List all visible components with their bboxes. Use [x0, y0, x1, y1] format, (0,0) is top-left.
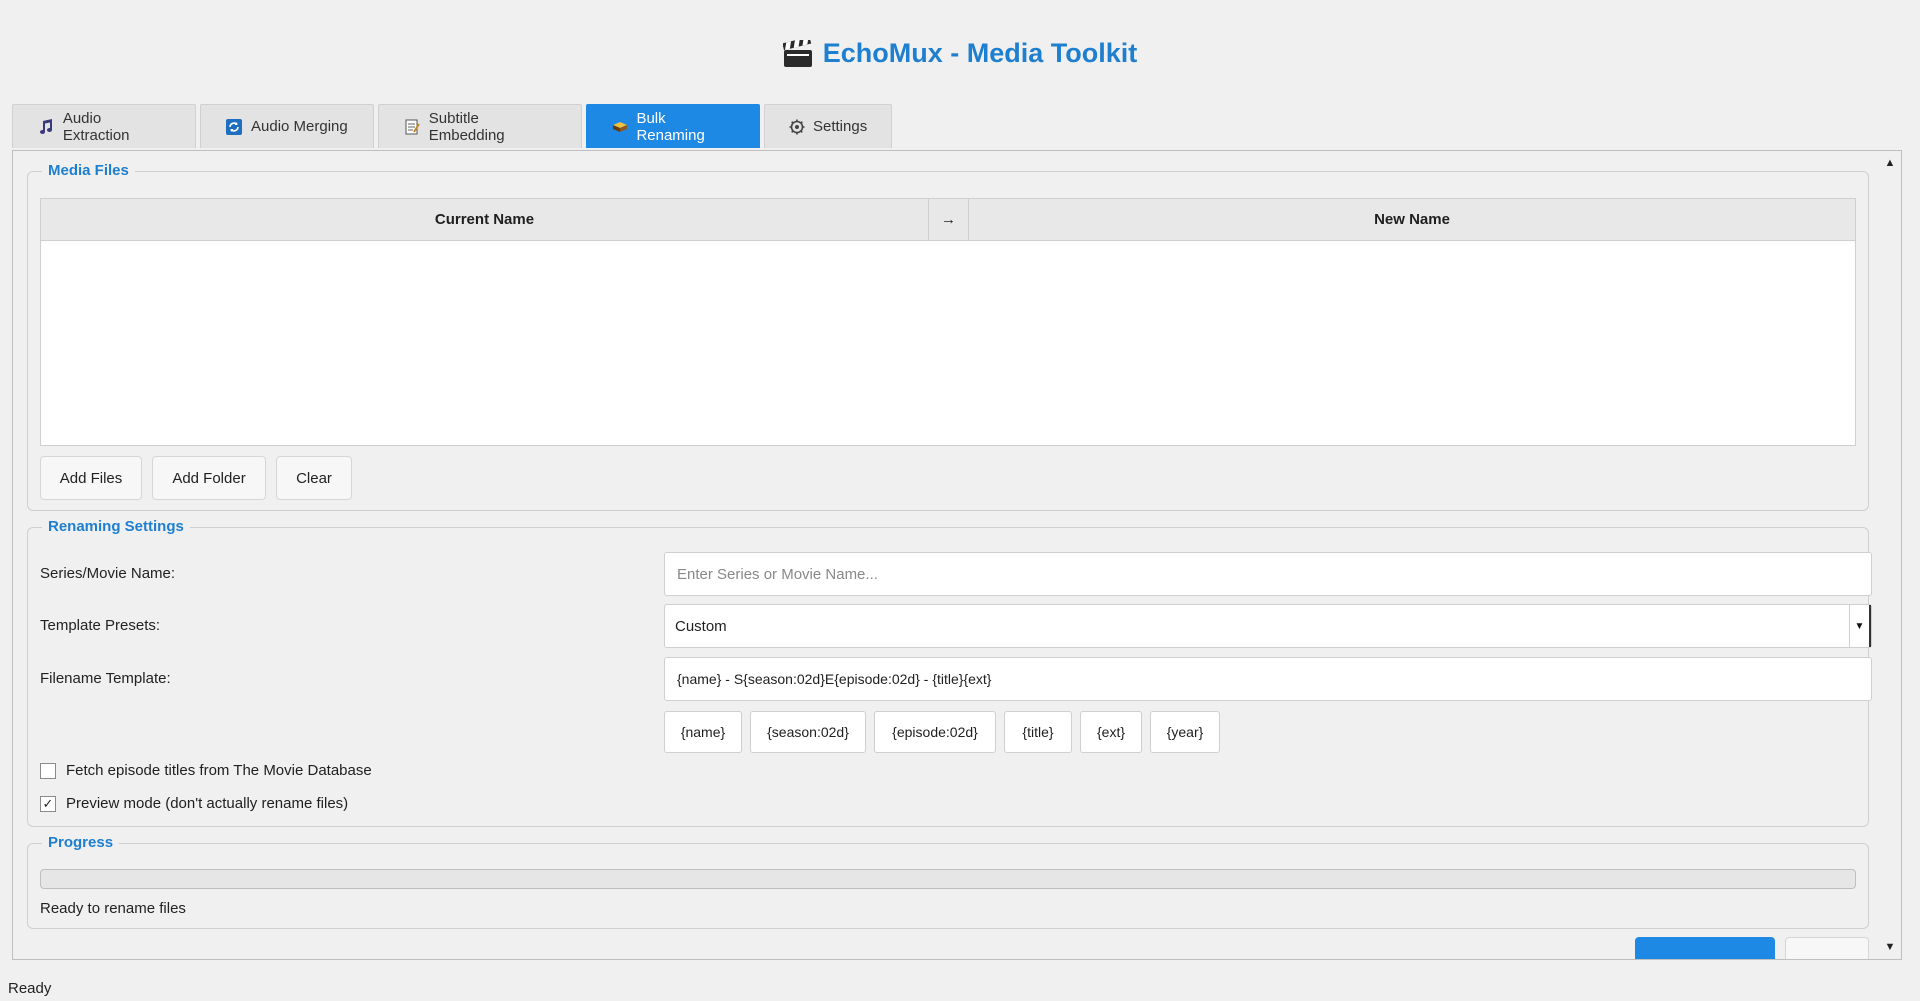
token-name-button[interactable]: {name} [664, 711, 742, 753]
token-season-button[interactable]: {season:02d} [750, 711, 866, 753]
template-presets-select[interactable]: Custom ▼ [664, 604, 1872, 648]
tab-label: Audio Merging [251, 118, 348, 135]
renaming-settings-legend: Renaming Settings [42, 518, 190, 535]
filename-template-label: Filename Template: [40, 670, 171, 687]
renaming-settings-group: Renaming Settings Series/Movie Name: Ent… [27, 518, 1872, 827]
fetch-titles-label: Fetch episode titles from The Movie Data… [66, 762, 372, 779]
series-name-placeholder: Enter Series or Movie Name... [677, 565, 878, 583]
files-table[interactable]: Current Name → New Name [40, 198, 1856, 446]
series-name-label: Series/Movie Name: [40, 565, 176, 582]
token-year-button[interactable]: {year} [1150, 711, 1220, 753]
book-icon [611, 118, 628, 136]
sync-arrows-icon [225, 118, 243, 136]
tab-bulk-renaming[interactable]: Bulk Renaming [586, 104, 760, 148]
tab-label: Bulk Renaming [636, 109, 705, 144]
chevron-down-icon[interactable]: ▼ [1849, 605, 1871, 647]
column-header-current-name[interactable]: Current Name [41, 199, 929, 240]
tab-audio-extraction[interactable]: Audio Extraction [12, 104, 196, 148]
memo-icon [403, 118, 421, 136]
tab-label: Audio Extraction [62, 109, 130, 144]
tab-audio-merging[interactable]: Audio Merging [200, 104, 374, 148]
fetch-titles-checkbox[interactable] [40, 762, 56, 779]
table-header: Current Name → New Name [41, 199, 1855, 241]
preview-mode-label: Preview mode (don't actually rename file… [66, 795, 349, 812]
vertical-scrollbar[interactable]: ▲ ▼ [1880, 152, 1900, 958]
series-name-input[interactable]: Enter Series or Movie Name... [664, 552, 1872, 596]
app-title: EchoMux - Media Toolkit [0, 36, 1920, 69]
add-folder-button[interactable]: Add Folder [152, 456, 266, 500]
tab-bar: Audio Extraction Audio Merging Subtitle … [12, 104, 892, 148]
tab-label: Settings [813, 118, 868, 135]
filename-template-input[interactable]: {name} - S{season:02d}E{episode:02d} - {… [664, 657, 1872, 701]
scroll-down-icon[interactable]: ▼ [1880, 938, 1900, 956]
media-files-legend: Media Files [42, 162, 135, 179]
tab-settings[interactable]: Settings [764, 104, 892, 148]
gear-icon [789, 118, 805, 136]
template-presets-value: Custom [675, 617, 727, 635]
token-title-button[interactable]: {title} [1004, 711, 1072, 753]
column-header-arrow[interactable]: → [929, 199, 969, 240]
app-title-text: EchoMux - Media Toolkit [822, 38, 1138, 68]
start-renaming-button[interactable] [1635, 937, 1775, 959]
tab-subtitle-embedding[interactable]: Subtitle Embedding [378, 104, 582, 148]
fetch-titles-option[interactable]: Fetch episode titles from The Movie Data… [40, 762, 372, 779]
progress-legend: Progress [42, 834, 120, 851]
clear-button[interactable]: Clear [276, 456, 352, 500]
column-header-new-name[interactable]: New Name [969, 199, 1855, 240]
template-presets-label: Template Presets: [40, 617, 161, 634]
template-token-buttons: {name} {season:02d} {episode:02d} {title… [664, 711, 1264, 753]
token-episode-button[interactable]: {episode:02d} [874, 711, 996, 753]
scroll-up-icon[interactable]: ▲ [1880, 154, 1900, 172]
tab-label: Subtitle Embedding [428, 109, 505, 144]
clapperboard-icon [782, 36, 813, 68]
add-files-button[interactable]: Add Files [40, 456, 142, 500]
preview-mode-checkbox[interactable]: ✓ [40, 795, 56, 812]
token-ext-button[interactable]: {ext} [1080, 711, 1142, 753]
cancel-button[interactable] [1785, 937, 1869, 959]
music-note-icon [37, 118, 55, 136]
media-files-group: Media Files Current Name → New Name Add … [27, 162, 1869, 511]
status-bar-text: Ready [8, 980, 52, 997]
preview-mode-option[interactable]: ✓ Preview mode (don't actually rename fi… [40, 795, 348, 812]
bulk-renaming-panel: Media Files Current Name → New Name Add … [12, 150, 1902, 960]
progress-group: Progress Ready to rename files [27, 834, 1869, 929]
progress-bar [40, 869, 1856, 889]
filename-template-value: {name} - S{season:02d}E{episode:02d} - {… [677, 671, 992, 687]
progress-status-text: Ready to rename files [40, 900, 186, 917]
